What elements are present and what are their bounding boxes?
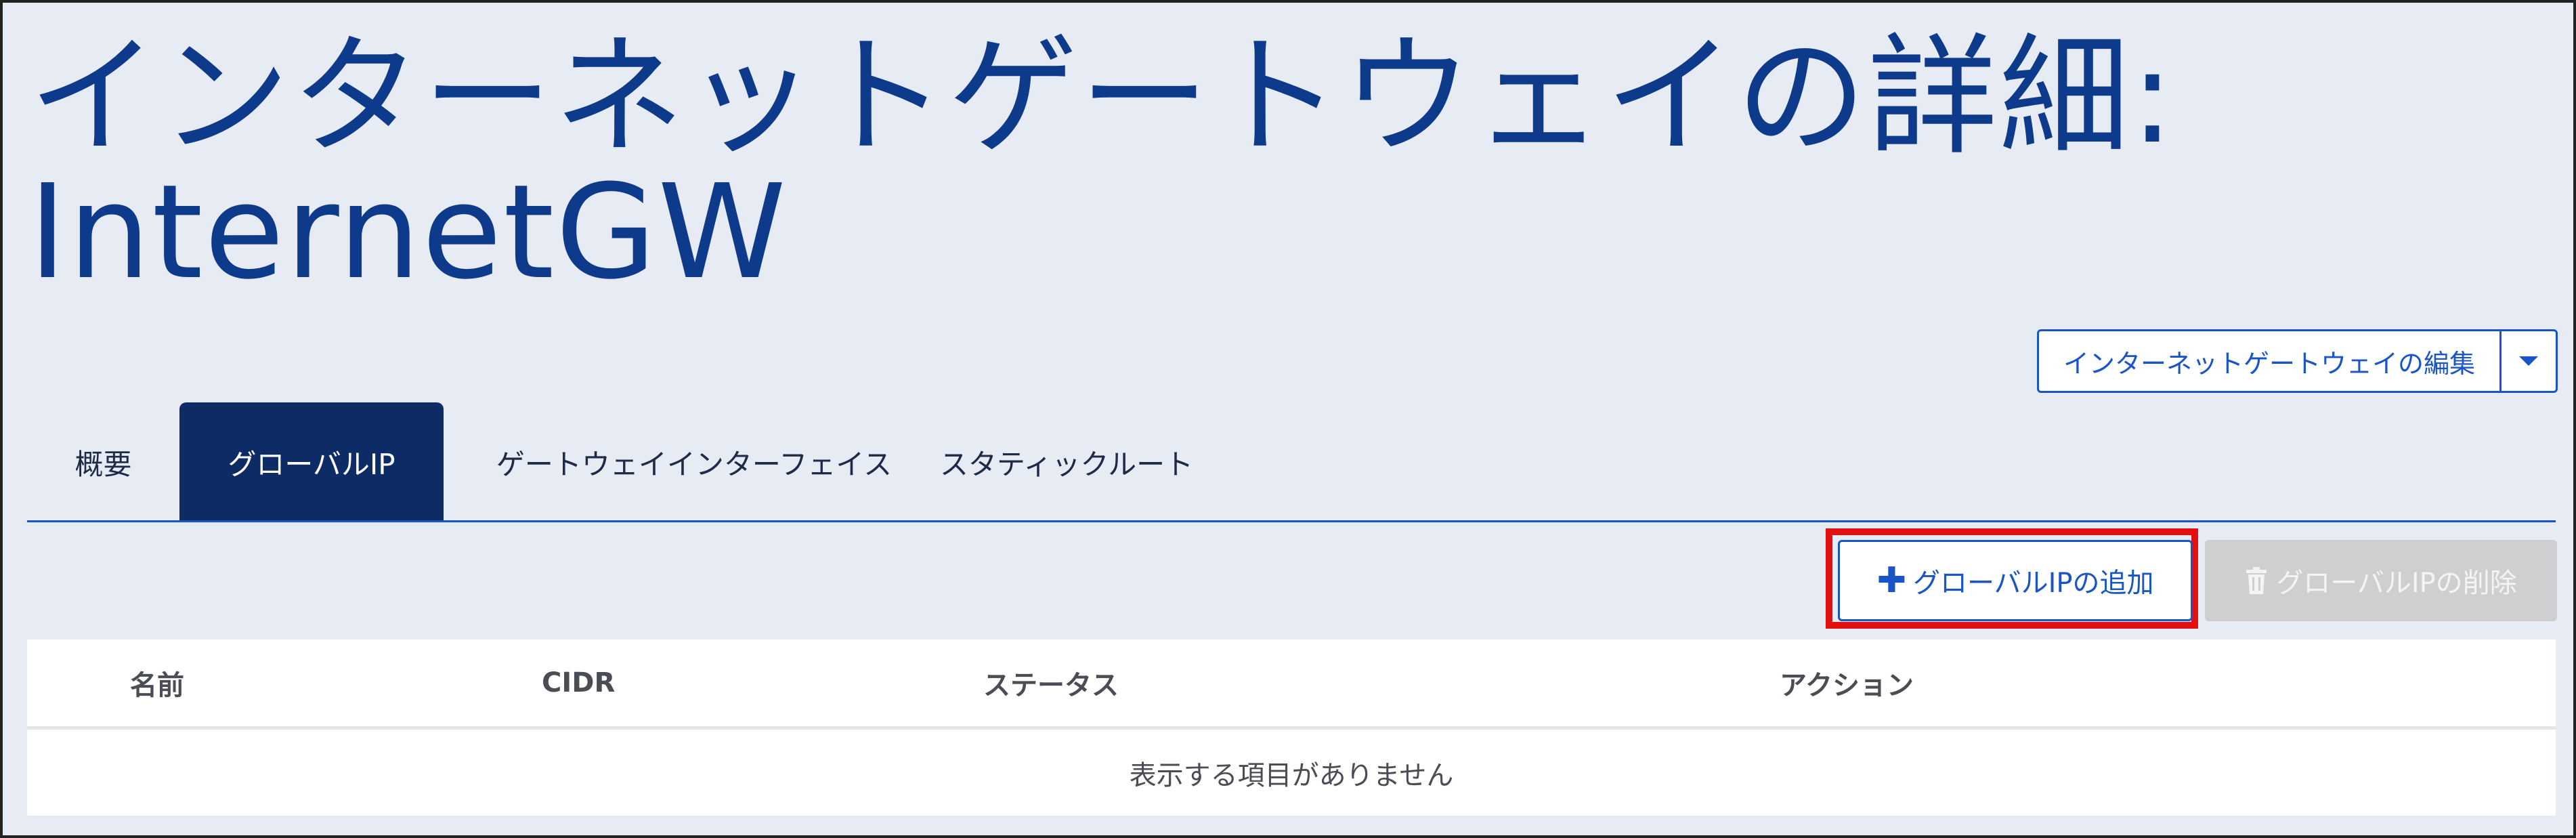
column-header-name[interactable]: 名前 xyxy=(130,640,184,726)
add-global-ip-button[interactable]: ✚ グローバルIPの追加 xyxy=(1838,540,2193,621)
tab-divider xyxy=(27,520,2556,522)
add-global-ip-label: グローバルIPの追加 xyxy=(1913,568,2154,599)
column-header-cidr[interactable]: CIDR xyxy=(542,640,615,726)
page-title-line-2: InternetGW xyxy=(28,157,788,308)
tab-gateway-interface[interactable]: ゲートウェイインターフェイス xyxy=(444,402,945,522)
column-header-action: アクション xyxy=(1780,670,1914,701)
page-title: インターネットゲートウェイの詳細: InternetGW xyxy=(28,30,2176,301)
global-ip-table: 名前 CIDR ステータス アクション 表示する項目がありません xyxy=(27,640,2556,816)
tab-global-ip[interactable]: グローバルIP xyxy=(179,402,444,522)
edit-dropdown-toggle[interactable] xyxy=(2499,331,2556,391)
empty-table-message: 表示する項目がありません xyxy=(1129,759,1454,791)
edit-split-button: インターネットゲートウェイの編集 xyxy=(2037,329,2558,393)
trash-icon xyxy=(2246,567,2267,594)
delete-global-ip-button[interactable]: グローバルIPの削除 xyxy=(2205,540,2557,621)
delete-global-ip-label: グローバルIPの削除 xyxy=(2276,568,2517,599)
page-title-line-1: インターネットゲートウェイの詳細: xyxy=(28,22,2176,173)
caret-down-icon xyxy=(2519,356,2539,366)
tab-bar: 概要 グローバルIP ゲートウェイインターフェイス スタティックルート xyxy=(27,402,1193,522)
edit-internet-gateway-button[interactable]: インターネットゲートウェイの編集 xyxy=(2039,331,2499,391)
column-header-status[interactable]: ステータス xyxy=(983,640,1119,726)
page-frame: インターネットゲートウェイの詳細: InternetGW インターネットゲートウ… xyxy=(0,0,2576,838)
tab-static-route[interactable]: スタティックルート xyxy=(940,402,1193,522)
tab-overview[interactable]: 概要 xyxy=(27,402,179,522)
table-header: 名前 CIDR ステータス アクション xyxy=(27,640,2556,730)
plus-icon: ✚ xyxy=(1876,560,1907,601)
